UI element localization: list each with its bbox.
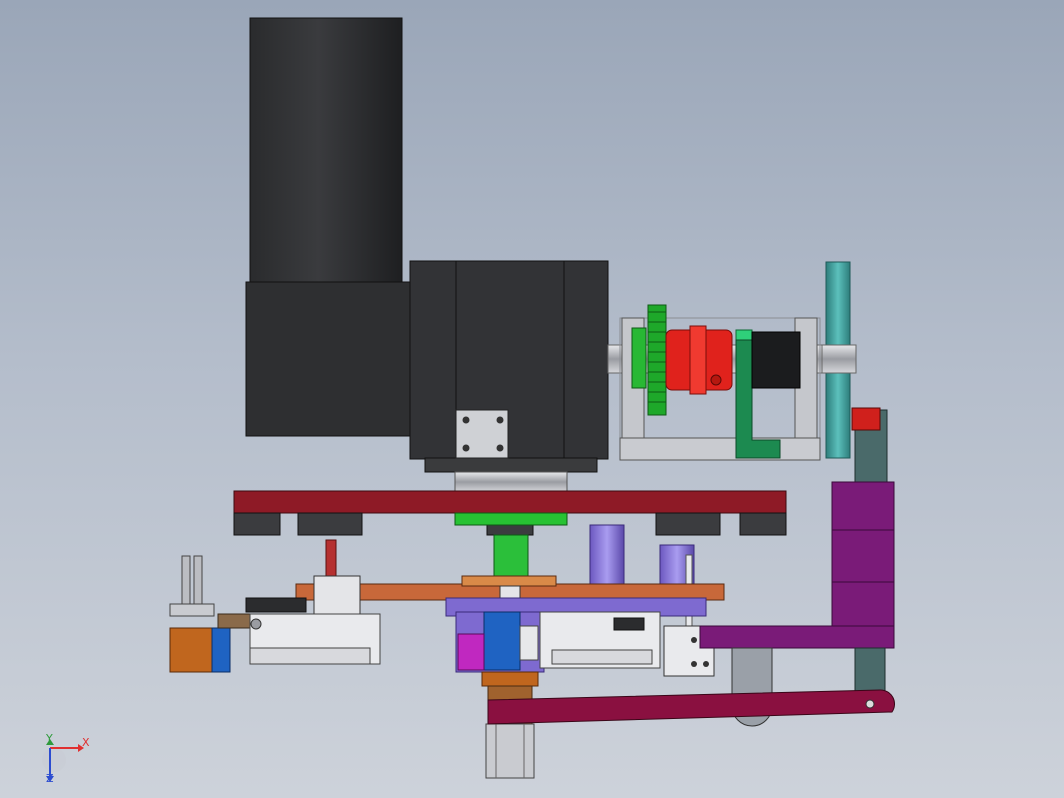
center-gripper [455,611,545,779]
cad-viewport[interactable]: X Y Z [0,0,1064,798]
y-axis-label: Y [45,732,53,745]
top-plate [233,490,787,536]
coordinate-triad: X Y Z [42,732,90,785]
assembly-drawing: X Y Z [42,17,895,785]
x-axis-label: X [82,736,90,749]
lavender-cylinder [589,524,625,588]
left-gripper [169,555,381,673]
maroon-link [487,689,895,725]
gearbox [245,260,609,493]
frame-base [619,437,821,461]
drive-train [607,261,857,461]
motor-cylinder [249,17,403,287]
bearing-housing [751,331,801,389]
z-axis-label: Z [46,772,54,785]
